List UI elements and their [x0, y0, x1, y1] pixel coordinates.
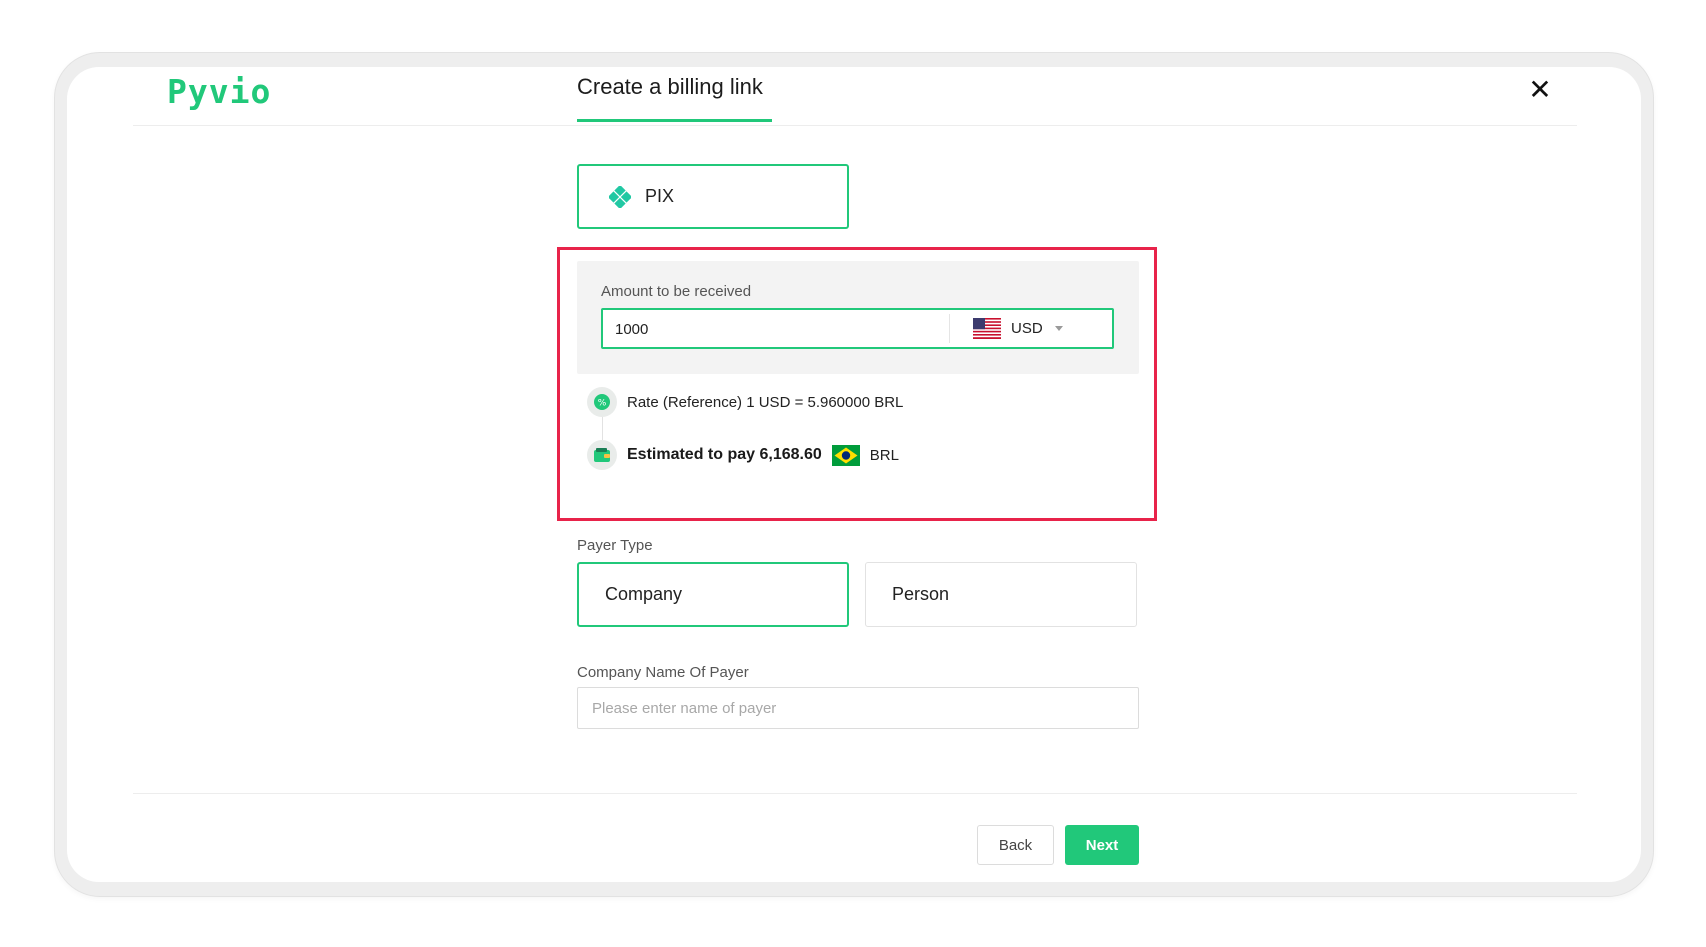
- pix-icon: [609, 185, 631, 208]
- payer-name-label: Company Name Of Payer: [577, 664, 749, 681]
- brazil-flag-icon: [831, 444, 860, 466]
- amount-panel: Amount to be received USD: [577, 261, 1139, 374]
- payer-name-input[interactable]: [577, 687, 1139, 729]
- us-flag-icon: [973, 318, 1001, 339]
- currency-select[interactable]: USD: [973, 316, 1063, 341]
- payer-type-label: Payer Type: [577, 537, 653, 554]
- payer-type-company[interactable]: Company: [577, 562, 849, 627]
- close-icon[interactable]: ✕: [1525, 75, 1555, 105]
- amount-input[interactable]: [615, 319, 935, 339]
- wallet-icon: [587, 440, 617, 470]
- estimate-row: Estimated to pay 6,168.60 BRL: [587, 438, 899, 472]
- billing-link-dialog: Pyvio Create a billing link ✕ PIX Amount…: [67, 67, 1641, 882]
- rate-row: % Rate (Reference) 1 USD = 5.960000 BRL: [587, 385, 903, 419]
- footer-divider: [133, 793, 1577, 794]
- page-title: Create a billing link: [577, 74, 763, 99]
- payment-method-pix[interactable]: PIX: [577, 164, 849, 229]
- estimate-currency: BRL: [869, 446, 899, 464]
- amount-label: Amount to be received: [601, 283, 752, 300]
- title-active-indicator: [577, 119, 772, 122]
- chevron-down-icon: [1054, 326, 1063, 331]
- svg-text:%: %: [598, 399, 607, 409]
- payment-method-label: PIX: [645, 186, 675, 206]
- currency-code: USD: [1011, 320, 1043, 337]
- pyvio-logo: Pyvio: [167, 72, 272, 111]
- rate-icon: %: [587, 387, 617, 417]
- back-button[interactable]: Back: [977, 825, 1054, 865]
- rate-text: Rate (Reference) 1 USD = 5.960000 BRL: [627, 393, 904, 411]
- payer-type-person[interactable]: Person: [865, 562, 1137, 627]
- header-divider: [133, 125, 1577, 126]
- amount-field: USD: [601, 308, 1114, 349]
- estimate-text: Estimated to pay 6,168.60: [627, 446, 822, 463]
- currency-divider: [949, 314, 950, 343]
- next-button[interactable]: Next: [1065, 825, 1139, 865]
